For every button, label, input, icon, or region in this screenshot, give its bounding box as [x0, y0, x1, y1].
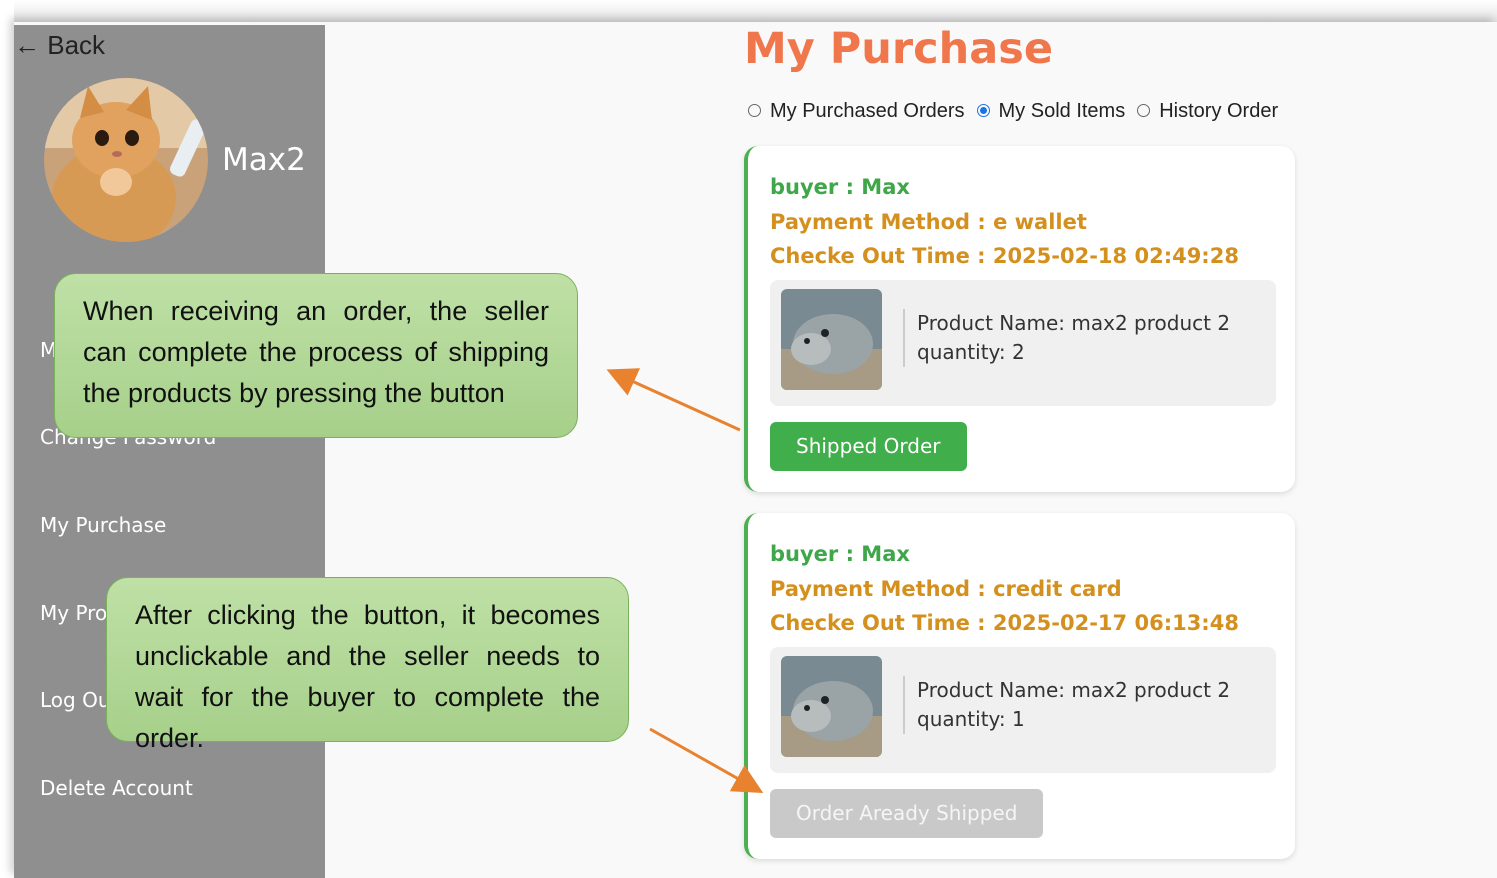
- arrow-icon: [606, 368, 741, 432]
- arrow-icon: [649, 727, 764, 793]
- annotation-arrows: [606, 368, 764, 793]
